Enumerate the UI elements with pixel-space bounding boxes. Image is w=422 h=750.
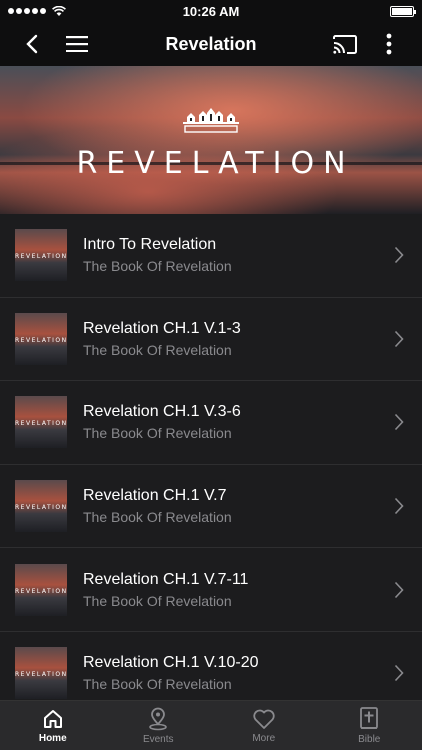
episode-thumbnail: REVELATION <box>15 563 67 616</box>
tab-label: Home <box>38 732 67 744</box>
more-options-button[interactable] <box>369 22 409 66</box>
episode-title: Intro To Revelation <box>83 236 217 254</box>
menu-button[interactable] <box>57 22 97 66</box>
list-item-text: Revelation CH.1 V.7 The Book Of Revelati… <box>83 487 422 525</box>
home-icon <box>43 709 62 728</box>
chevron-right-icon <box>394 498 404 515</box>
episode-subtitle: The Book Of Revelation <box>83 258 232 275</box>
bible-icon <box>360 706 379 729</box>
thumbnail-text: REVELATION <box>15 336 67 344</box>
chevron-right-icon <box>394 665 404 682</box>
list-item[interactable]: REVELATION Revelation CH.1 V.10-20 The B… <box>0 632 422 700</box>
heart-icon <box>253 709 275 729</box>
chevron-right-icon <box>394 414 404 431</box>
tab-more[interactable]: More <box>211 701 317 750</box>
chevron-right-icon <box>394 581 404 598</box>
episode-subtitle: The Book Of Revelation <box>83 592 232 609</box>
episode-title: Revelation CH.1 V.7-11 <box>83 570 249 588</box>
location-pin-icon <box>149 707 168 730</box>
list-item[interactable]: REVELATION Intro To Revelation The Book … <box>0 214 422 298</box>
list-item-text: Revelation CH.1 V.1-3 The Book Of Revela… <box>83 320 422 358</box>
episode-subtitle: The Book Of Revelation <box>83 425 232 442</box>
status-bar: 10:26 AM <box>0 0 422 22</box>
episode-subtitle: The Book Of Revelation <box>83 676 232 693</box>
battery-icon <box>390 5 416 17</box>
episode-thumbnail: REVELATION <box>15 480 67 533</box>
tab-label: Events <box>142 733 174 745</box>
cast-icon <box>333 34 357 54</box>
thumbnail-text: REVELATION <box>15 420 67 428</box>
tab-home[interactable]: Home <box>0 701 106 750</box>
nav-bar: Revelation <box>0 22 422 66</box>
episode-title: Revelation CH.1 V.10-20 <box>83 654 259 672</box>
tab-events[interactable]: Events <box>106 701 212 750</box>
chevron-right-icon <box>394 247 404 264</box>
episode-thumbnail: REVELATION <box>15 312 67 365</box>
status-left <box>8 5 66 17</box>
more-vertical-icon <box>386 33 392 55</box>
chevron-left-icon <box>26 34 38 54</box>
episode-list: REVELATION Intro To Revelation The Book … <box>0 214 422 700</box>
episode-title: Revelation CH.1 V.7 <box>83 487 227 505</box>
episode-subtitle: The Book Of Revelation <box>83 509 232 526</box>
list-item-text: Intro To Revelation The Book Of Revelati… <box>83 236 422 274</box>
list-item-text: Revelation CH.1 V.7-11 The Book Of Revel… <box>83 571 422 609</box>
episode-title: Revelation CH.1 V.1-3 <box>83 319 241 337</box>
tab-bible[interactable]: Bible <box>317 701 422 750</box>
hamburger-icon <box>66 36 88 52</box>
series-banner: REVELATION <box>0 66 422 214</box>
episode-thumbnail: REVELATION <box>15 229 67 282</box>
banner-title: REVELATION <box>76 146 355 181</box>
tab-label: More <box>252 732 276 744</box>
thumbnail-text: REVELATION <box>15 587 67 595</box>
back-button[interactable] <box>12 22 52 66</box>
episode-subtitle: The Book Of Revelation <box>83 341 232 358</box>
thumbnail-text: REVELATION <box>15 504 67 512</box>
tab-label: Bible <box>358 733 381 745</box>
church-logo-icon <box>183 108 239 133</box>
episode-thumbnail: REVELATION <box>15 396 67 449</box>
list-item[interactable]: REVELATION Revelation CH.1 V.7 The Book … <box>0 465 422 549</box>
episode-title: Revelation CH.1 V.3-6 <box>83 403 241 421</box>
chevron-right-icon <box>394 330 404 347</box>
episode-thumbnail: REVELATION <box>15 647 67 700</box>
wifi-icon <box>52 5 66 16</box>
cast-button[interactable] <box>325 22 365 66</box>
list-item[interactable]: REVELATION Revelation CH.1 V.7-11 The Bo… <box>0 548 422 632</box>
list-item[interactable]: REVELATION Revelation CH.1 V.3-6 The Boo… <box>0 381 422 465</box>
tab-bar: Home Events More Bible <box>0 700 422 750</box>
thumbnail-text: REVELATION <box>15 671 67 679</box>
list-item-text: Revelation CH.1 V.3-6 The Book Of Revela… <box>83 403 422 441</box>
list-item-text: Revelation CH.1 V.10-20 The Book Of Reve… <box>83 654 422 692</box>
thumbnail-text: REVELATION <box>15 253 67 261</box>
list-item[interactable]: REVELATION Revelation CH.1 V.1-3 The Boo… <box>0 298 422 382</box>
banner-image <box>0 66 422 214</box>
signal-dots-icon <box>8 8 46 14</box>
